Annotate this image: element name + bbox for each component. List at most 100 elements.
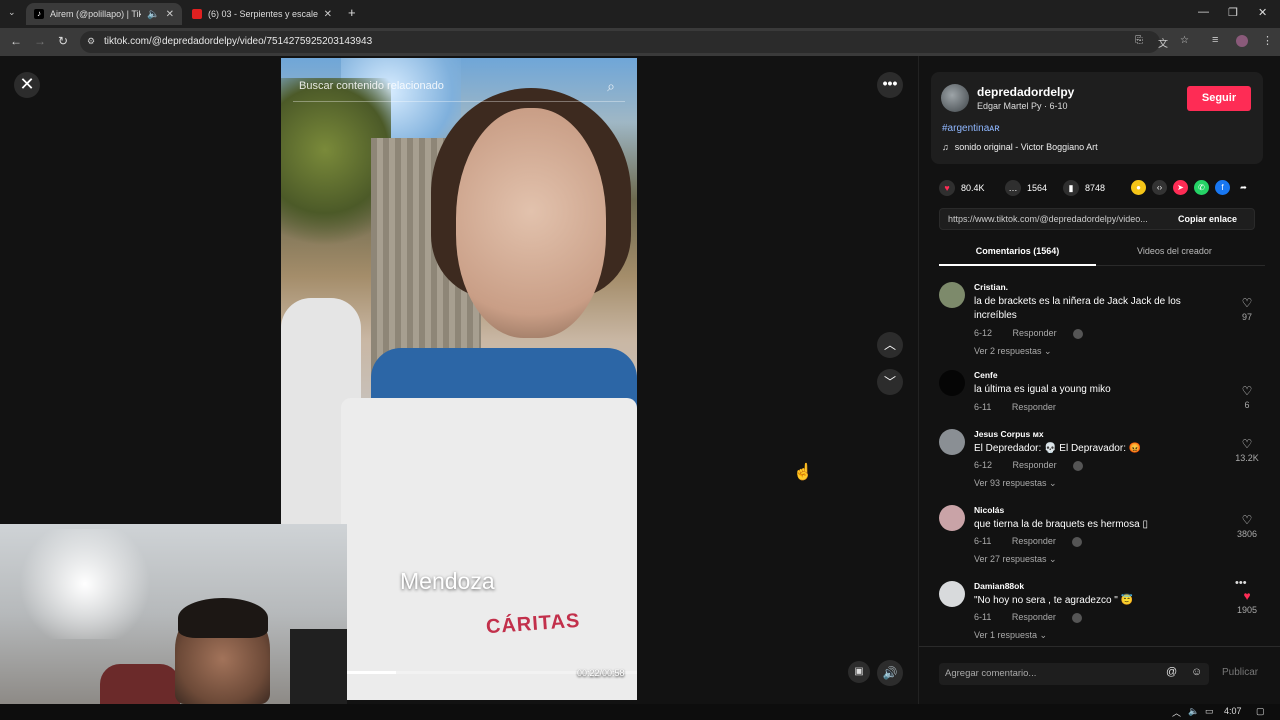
forward-icon[interactable]: →: [34, 34, 46, 48]
commenter-avatar[interactable]: [939, 429, 965, 455]
mini-player-button[interactable]: ▣: [848, 661, 870, 683]
comment-like-button[interactable]: ♡ 97: [1235, 296, 1259, 322]
hashtag-link[interactable]: #argentinaᴀʀ: [942, 123, 1000, 134]
like-button[interactable]: ♥ 80.4K: [939, 180, 985, 196]
profile-avatar[interactable]: [1236, 35, 1248, 47]
reply-button[interactable]: Responder: [1012, 402, 1056, 412]
commenter-avatar[interactable]: [939, 581, 965, 607]
save-count: 8748: [1085, 183, 1106, 193]
reply-button[interactable]: Responder: [1013, 460, 1057, 470]
tab-comments[interactable]: Comentarios (1564): [939, 246, 1096, 266]
tab-creator-videos[interactable]: Videos del creador: [1096, 246, 1253, 256]
related-search-input[interactable]: Buscar contenido relacionado ⌕: [293, 72, 625, 102]
comment-more-icon[interactable]: •••: [1235, 577, 1247, 589]
comment-meta: 6-11 Responder: [974, 612, 1083, 623]
mouse-cursor: ☝: [793, 464, 813, 481]
network-icon[interactable]: ▭: [1205, 706, 1214, 717]
coin-icon[interactable]: ●: [1131, 180, 1146, 195]
video-caption-overlay: Mendoza: [400, 568, 495, 594]
browser-tab-tiktok[interactable]: ♪ Airem (@polillapo) | TikTok 🔈 ✕: [26, 3, 182, 25]
comment-like-button[interactable]: ♡ 13.2K: [1227, 437, 1265, 463]
tab-audio-icon[interactable]: 🔈: [147, 9, 159, 20]
close-video-button[interactable]: ✕: [14, 72, 40, 98]
comment-like-count: 13.2K: [1235, 453, 1259, 463]
tab-close-icon[interactable]: ✕: [166, 9, 174, 20]
comment-like-button[interactable]: ♥ 1905: [1227, 589, 1265, 615]
video-progress-bar[interactable]: [347, 671, 637, 674]
author-avatar[interactable]: [941, 84, 969, 112]
view-replies-button[interactable]: Ver 2 respuestas ⌄: [974, 346, 1052, 357]
reply-button[interactable]: Responder: [1012, 612, 1056, 622]
commenter-avatar[interactable]: [939, 282, 965, 308]
webcam-cloth: [100, 664, 180, 704]
translate-icon[interactable]: 文: [1158, 35, 1168, 50]
reply-button[interactable]: Responder: [1013, 328, 1057, 338]
url-field[interactable]: ⚙ tiktok.com/@depredadordelpy/video/7514…: [80, 31, 1189, 53]
media-controls-icon[interactable]: ≡: [1212, 34, 1218, 46]
commenter-name[interactable]: Cristian.: [974, 282, 1008, 292]
commenter-avatar[interactable]: [939, 370, 965, 396]
comment-item: Nicolás que tierna la de braquets es her…: [939, 505, 1265, 569]
volume-button[interactable]: 🔊: [877, 660, 903, 686]
follow-button[interactable]: Seguir: [1187, 86, 1251, 111]
embed-icon[interactable]: ‹›: [1152, 180, 1167, 195]
comment-like-button[interactable]: ♡ 6: [1235, 384, 1259, 410]
view-replies-button[interactable]: Ver 93 respuestas ⌄: [974, 478, 1057, 489]
window-close-icon[interactable]: ✕: [1258, 6, 1267, 19]
webcam-person-hair: [178, 598, 268, 638]
panel-tabs: Comentarios (1564) Videos del creador: [939, 242, 1265, 266]
back-icon[interactable]: ←: [10, 34, 22, 48]
emoji-icon[interactable]: ☺: [1191, 666, 1202, 678]
like-count: 80.4K: [961, 183, 985, 193]
commenter-name[interactable]: Damian88ok: [974, 581, 1024, 591]
install-icon[interactable]: ⎘: [1135, 35, 1143, 46]
clock[interactable]: 4:07: [1224, 706, 1242, 716]
comment-button[interactable]: … 1564: [1005, 180, 1047, 196]
url-text: tiktok.com/@depredadordelpy/video/751427…: [104, 36, 373, 47]
maximize-icon[interactable]: ❐: [1228, 6, 1238, 19]
sound-link[interactable]: ♫ sonido original - Victor Boggiano Art: [942, 142, 1098, 152]
music-note-icon: ♫: [942, 142, 949, 152]
save-button[interactable]: ▮ 8748: [1063, 180, 1105, 196]
share-arrow-icon[interactable]: ➦: [1236, 180, 1251, 195]
more-options-button[interactable]: •••: [877, 72, 903, 98]
tray-chevron-icon[interactable]: ︿: [1172, 706, 1181, 719]
browser-menu-icon[interactable]: ⋮: [1262, 34, 1273, 47]
whatsapp-icon[interactable]: ✆: [1194, 180, 1209, 195]
video-link-text[interactable]: https://www.tiktok.com/@depredadordelpy/…: [948, 214, 1168, 224]
view-replies-button[interactable]: Ver 27 respuestas ⌄: [974, 554, 1057, 565]
comment-like-count: 97: [1241, 312, 1252, 322]
volume-tray-icon[interactable]: 🔈: [1188, 706, 1199, 717]
bookmark-star-icon[interactable]: ☆: [1180, 35, 1189, 46]
next-video-button[interactable]: ﹀: [877, 369, 903, 395]
site-info-icon[interactable]: ⚙: [87, 36, 95, 47]
publish-button[interactable]: Publicar: [1222, 667, 1258, 678]
previous-video-button[interactable]: ︿: [877, 332, 903, 358]
comment-meta: 6-11 Responder: [974, 402, 1056, 412]
reload-icon[interactable]: ↻: [58, 34, 68, 48]
author-name[interactable]: depredadordelpy: [977, 85, 1074, 99]
tab-close-icon[interactable]: ✕: [324, 9, 332, 20]
commenter-avatar[interactable]: [939, 505, 965, 531]
video-frame-face: [456, 108, 606, 338]
browser-tab-youtube[interactable]: (6) 03 - Serpientes y escaleras ✕: [184, 3, 340, 25]
notifications-icon[interactable]: ▢: [1256, 706, 1265, 717]
comment-date: 6-12: [974, 328, 993, 338]
commenter-name[interactable]: Nicolás: [974, 505, 1004, 515]
new-tab-button[interactable]: +: [348, 5, 356, 20]
comment-count: 1564: [1027, 183, 1048, 193]
search-icon[interactable]: ⌕: [607, 78, 615, 95]
view-replies-button[interactable]: Ver 1 respuesta ⌄: [974, 630, 1047, 641]
copy-link-button[interactable]: Copiar enlace: [1178, 214, 1237, 224]
minimize-icon[interactable]: —: [1198, 6, 1209, 18]
facebook-icon[interactable]: f: [1215, 180, 1230, 195]
send-icon[interactable]: ➤: [1173, 180, 1188, 195]
commenter-name[interactable]: Jesus Corpus ᴍx: [974, 429, 1044, 439]
reply-button[interactable]: Responder: [1012, 536, 1056, 546]
comment-text: la última es igual a young miko: [974, 384, 1111, 395]
mention-icon[interactable]: @: [1166, 666, 1177, 678]
webcam-overlay: [0, 524, 347, 704]
tab-list-icon[interactable]: ⌄: [8, 7, 16, 18]
commenter-name[interactable]: Cenfe: [974, 370, 998, 380]
comment-like-button[interactable]: ♡ 3806: [1227, 513, 1265, 539]
